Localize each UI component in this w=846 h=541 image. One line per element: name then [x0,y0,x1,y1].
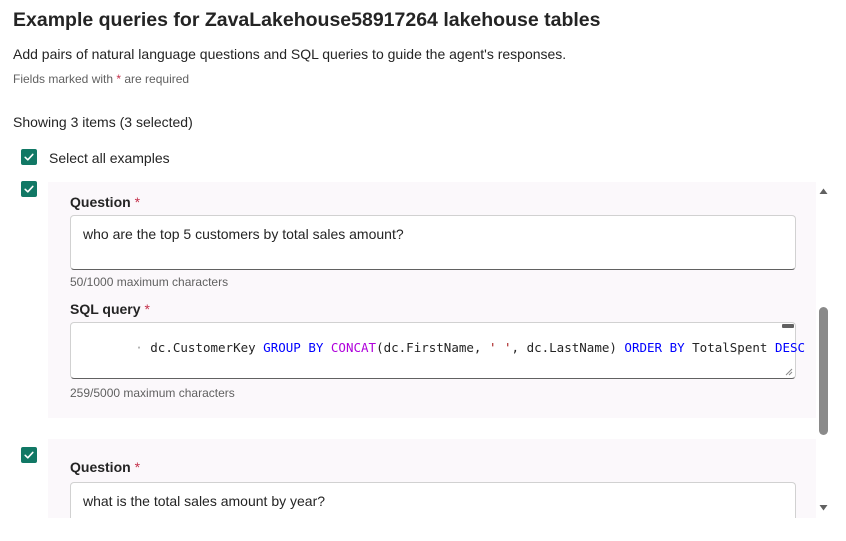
sql-token-dot: · [135,340,151,355]
sql-token-plain: (dc.FirstName, [376,340,489,355]
page-description: Add pairs of natural language questions … [13,46,567,62]
question-value: what is the total sales amount by year? [83,493,326,509]
sql-token-kw: DESC [774,340,806,355]
items-count: Showing 3 items (3 selected) [13,114,193,130]
required-fields-note: Fields marked with * are required [13,72,189,86]
editor-scrollbar[interactable] [782,324,794,328]
sql-query-code: · dc.CustomerKey GROUP BY CONCAT(dc.Firs… [75,325,805,370]
example-1-checkbox[interactable] [21,181,37,197]
required-note-suffix: are required [121,72,190,86]
sql-query-label: SQL query * [70,301,150,317]
sql-token-plain: dc.CustomerKey [150,340,264,355]
sql-query-editor[interactable]: · dc.CustomerKey GROUP BY CONCAT(dc.Firs… [70,322,805,379]
sql-token-plain: , dc.LastName) [511,340,625,355]
sql-token-kw: GROUP BY [263,340,331,355]
sql-query-label-text: SQL query [70,301,141,317]
sql-query-char-count: 259/5000 maximum characters [70,386,235,400]
example-card-1: Question * who are the top 5 customers b… [48,182,816,418]
sql-token-kw: ORDER BY [624,340,693,355]
required-star: * [134,459,141,475]
page-title: Example queries for ZavaLakehouse5891726… [13,9,601,31]
question-label: Question * [70,194,140,210]
example-card-2: Question * what is the total sales amoun… [48,439,816,518]
required-star: * [134,194,141,210]
checkmark-icon [24,451,34,459]
example-2-checkbox[interactable] [21,447,37,463]
sql-code-line: · dc.CustomerKey GROUP BY CONCAT(dc.Firs… [135,340,805,355]
checkmark-icon [24,153,34,161]
required-star: * [144,301,150,317]
caret-up-icon[interactable] [818,186,829,196]
sql-token-plain: TotalSpent [692,340,775,355]
checkmark-icon [24,185,34,193]
sql-token-str: ' ' [488,340,512,355]
question-label-text: Question [70,194,131,210]
question-input[interactable]: who are the top 5 customers by total sal… [70,215,796,270]
question-value: who are the top 5 customers by total sal… [83,226,404,242]
required-note-prefix: Fields marked with [13,72,117,86]
page-scrollbar-thumb[interactable] [819,307,828,435]
resize-grip-icon[interactable] [785,368,793,376]
select-all-label: Select all examples [49,150,170,166]
sql-token-fn: CONCAT [330,340,377,355]
examples-list: Question * who are the top 5 customers b… [0,180,846,518]
question-input[interactable]: what is the total sales amount by year? [70,482,796,518]
question-label-text: Question [70,459,131,475]
question-label: Question * [70,459,140,475]
select-all-checkbox[interactable] [21,149,37,165]
question-char-count: 50/1000 maximum characters [70,275,229,289]
caret-down-icon[interactable] [818,503,829,513]
